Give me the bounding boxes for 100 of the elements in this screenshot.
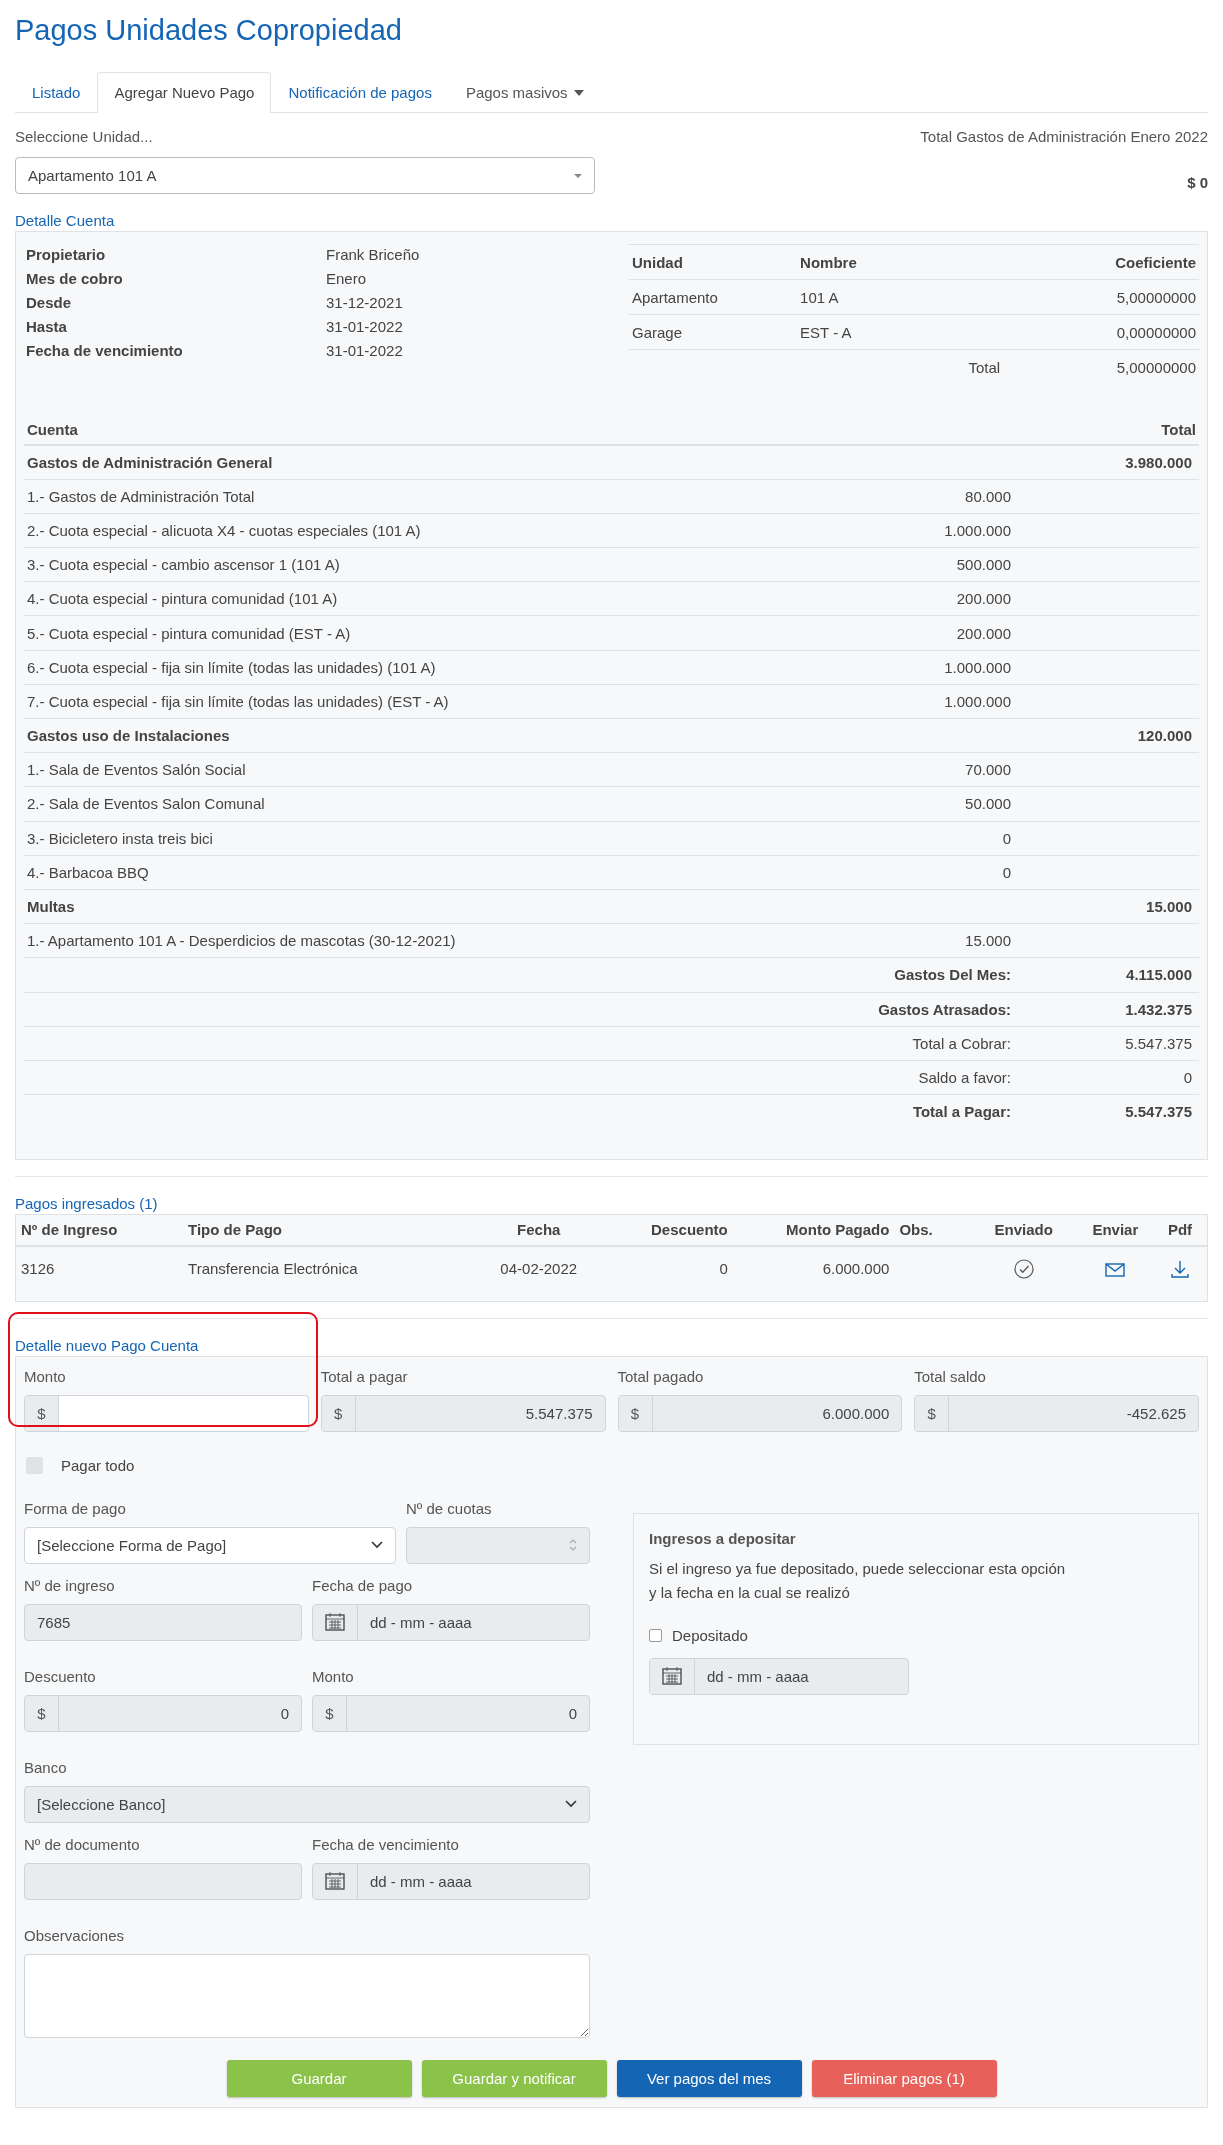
help-text: y la fecha en la cual se realizó xyxy=(649,1582,851,1603)
document-number-field[interactable] xyxy=(24,1862,302,1900)
section-link[interactable]: Pagos ingresados (1) xyxy=(15,1193,1208,1214)
unit-select[interactable]: Apartamento 101 A xyxy=(15,157,595,194)
account-label: 1.- Gastos de Administración Total xyxy=(24,479,839,514)
field-label: Nº de cuotas xyxy=(406,1498,493,1519)
admin-total-label: Total Gastos de Administración Enero 2022 xyxy=(920,127,1208,147)
tab[interactable]: Notificación de pagos xyxy=(271,72,449,112)
column-header: Pdf xyxy=(1153,1214,1207,1246)
info-value: Frank Briceño xyxy=(326,245,421,265)
account-amount: 1.000.000 xyxy=(839,650,1039,685)
currency-prefix: $ xyxy=(25,1395,59,1431)
account-amount: 70.000 xyxy=(839,752,1039,787)
column-header: Fecha xyxy=(474,1214,604,1246)
table-cell: 3126 xyxy=(16,1245,184,1291)
dropdown-tab[interactable]: Pagos masivos xyxy=(448,72,601,112)
tab[interactable]: Agregar Nuevo Pago xyxy=(97,72,272,113)
field-label: Total pagado xyxy=(617,1366,705,1387)
amount-input[interactable]: 0 xyxy=(59,1695,301,1731)
amount-field[interactable]: $ 0 xyxy=(24,1694,302,1732)
bank-select[interactable]: [Seleccione Banco] xyxy=(24,1785,590,1823)
summary-label: Gastos Atrasados: xyxy=(839,992,1039,1027)
section-link[interactable]: Detalle Cuenta xyxy=(15,211,1208,231)
amount-field[interactable]: $ 5.547.375 xyxy=(320,1394,606,1432)
calendar-icon xyxy=(325,1613,345,1632)
section-link[interactable]: Detalle nuevo Pago Cuenta xyxy=(15,1335,1208,1356)
table-cell: 04-02-2022 xyxy=(474,1245,604,1291)
date-input[interactable]: dd - mm - aaaa xyxy=(358,1604,589,1640)
checkbox-label: Pagar todo xyxy=(61,1456,135,1474)
account-amount: 0 xyxy=(839,855,1039,890)
summary-value: 5.547.375 xyxy=(1039,1026,1199,1061)
spinner-arrows-icon xyxy=(569,1538,577,1553)
account-amount: 50.000 xyxy=(839,786,1039,822)
summary-label: Saldo a favor: xyxy=(839,1060,1039,1095)
admin-total-value: $ 0 xyxy=(1187,174,1208,191)
account-label: 3.- Cuota especial - cambio ascensor 1 (101 A) xyxy=(24,547,839,582)
field-label: Seleccione Unidad... xyxy=(15,127,154,147)
chevron-down-icon xyxy=(371,1541,383,1550)
group-total: 15.000 xyxy=(1039,889,1199,924)
field-label: Total a pagar xyxy=(320,1366,409,1387)
account-label: 4.- Cuota especial - pintura comunidad (101 A) xyxy=(24,581,839,616)
total-value: 5,00000000 xyxy=(1040,349,1199,384)
account-label: 4.- Barbacoa BBQ xyxy=(24,855,839,890)
tab[interactable]: Listado xyxy=(15,72,98,112)
summary-value: 1.432.375 xyxy=(1039,992,1199,1027)
date-field[interactable]: dd - mm - aaaa xyxy=(312,1603,590,1641)
info-value: 31-01-2022 xyxy=(326,341,404,361)
currency-prefix: $ xyxy=(25,1695,59,1731)
currency-prefix: $ xyxy=(321,1395,356,1431)
payment-method-select[interactable]: [Seleccione Forma de Pago] xyxy=(24,1526,396,1564)
table-cell: Transferencia Electrónica xyxy=(183,1245,475,1291)
total-label: Total xyxy=(797,349,1041,384)
summary-value: 5.547.375 xyxy=(1039,1094,1199,1129)
mail-icon[interactable] xyxy=(1105,1263,1126,1278)
account-label: 7.- Cuota especial - fija sin límite (todas las unidades) (EST - A) xyxy=(24,684,839,719)
account-amount: 200.000 xyxy=(839,581,1039,616)
notes-field[interactable] xyxy=(24,1953,590,2038)
date-input[interactable]: dd - mm - aaaa xyxy=(695,1658,908,1694)
column-header: Unidad xyxy=(629,244,798,280)
info-label: Propietario xyxy=(26,245,107,265)
info-value: 31-01-2022 xyxy=(326,317,404,337)
info-label: Mes de cobro xyxy=(26,269,124,289)
summary-label: Total a Pagar: xyxy=(839,1094,1039,1129)
date-field[interactable]: dd - mm - aaaa xyxy=(649,1657,909,1695)
group-total: 3.980.000 xyxy=(1039,445,1199,480)
column-header: Enviado xyxy=(969,1214,1078,1246)
group-label: Gastos de Administración General xyxy=(24,445,839,480)
column-header: Nº de Ingreso xyxy=(16,1214,184,1246)
amount-input[interactable]: 5.547.375 xyxy=(355,1395,605,1431)
field-label: Nº de documento xyxy=(24,1834,141,1855)
amount-field[interactable]: $ xyxy=(24,1394,309,1432)
date-field[interactable]: dd - mm - aaaa xyxy=(312,1862,590,1900)
summary-value: 4.115.000 xyxy=(1039,957,1199,992)
summary-value: 0 xyxy=(1039,1060,1199,1095)
info-label: Fecha de vencimiento xyxy=(26,341,184,361)
date-input[interactable]: dd - mm - aaaa xyxy=(358,1863,589,1899)
checkbox[interactable] xyxy=(649,1628,662,1642)
group-total: 120.000 xyxy=(1039,718,1199,753)
download-icon[interactable] xyxy=(1170,1258,1190,1279)
account-amount: 1.000.000 xyxy=(839,684,1039,719)
group-label: Multas xyxy=(24,889,839,924)
amount-field[interactable]: $ 0 xyxy=(312,1694,590,1732)
amount-input[interactable]: 0 xyxy=(347,1695,589,1731)
action-button[interactable]: Ver pagos del mes xyxy=(616,2059,802,2097)
amount-field[interactable]: $ 6.000.000 xyxy=(617,1394,903,1432)
currency-prefix: $ xyxy=(915,1395,950,1431)
account-label: 5.- Cuota especial - pintura comunidad (EST - A) xyxy=(24,615,839,651)
receipt-number-field[interactable]: 7685 xyxy=(24,1603,302,1641)
panel-title: Ingresos a depositar xyxy=(649,1529,797,1547)
account-label: 3.- Bicicletero insta treis bici xyxy=(24,821,839,856)
field-label: Fecha de vencimiento xyxy=(312,1834,460,1855)
account-amount: 80.000 xyxy=(839,479,1039,514)
amount-input[interactable]: -452.625 xyxy=(949,1395,1198,1431)
column-header: Monto Pagado xyxy=(732,1214,895,1246)
column-header: Tipo de Pago xyxy=(183,1214,475,1246)
amount-field[interactable]: $ -452.625 xyxy=(914,1394,1199,1432)
table-cell: 6.000.000 xyxy=(732,1245,895,1291)
calendar-icon xyxy=(325,1872,345,1891)
field-label: Fecha de pago xyxy=(312,1575,414,1596)
amount-input[interactable]: 6.000.000 xyxy=(652,1395,902,1431)
